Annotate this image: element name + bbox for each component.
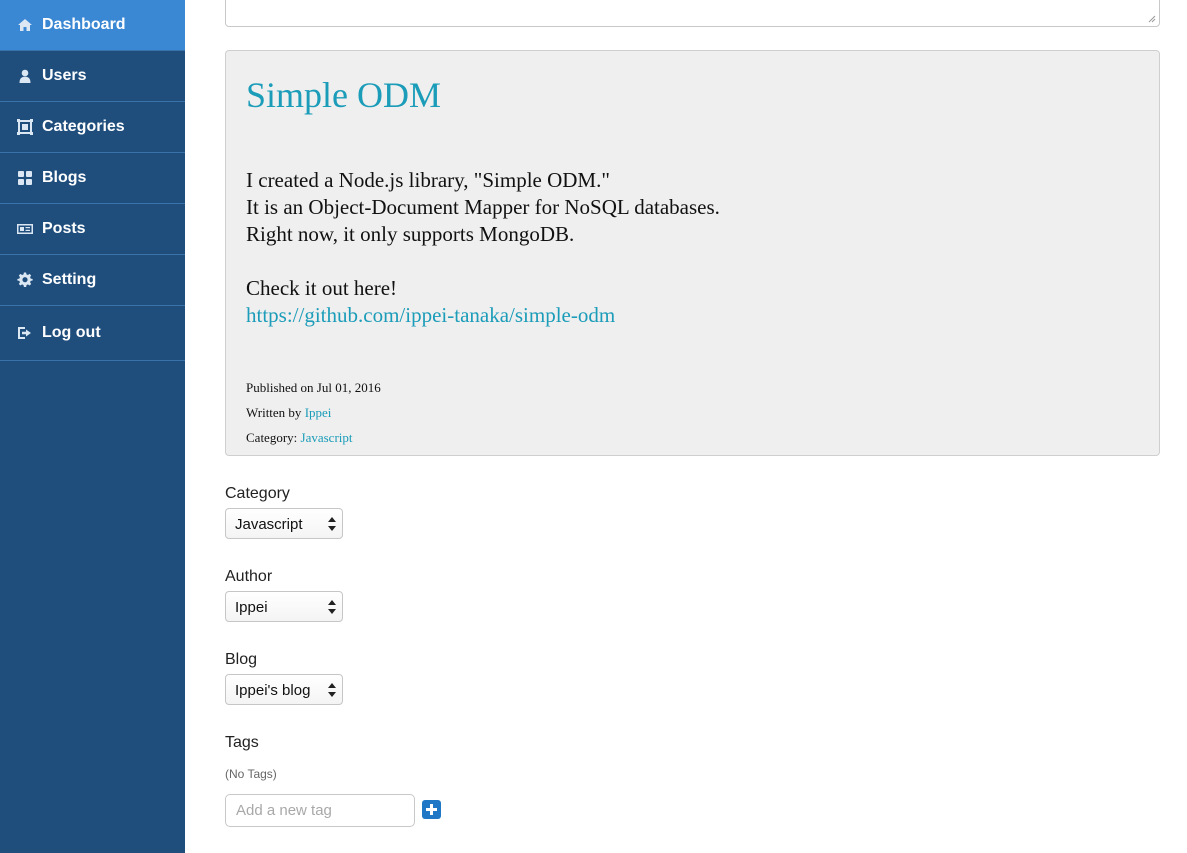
plus-icon bbox=[426, 804, 437, 815]
sidebar-item-label: Dashboard bbox=[42, 16, 126, 33]
post-body-line: Right now, it only supports MongoDB. bbox=[246, 222, 575, 246]
post-body-line: It is an Object-Document Mapper for NoSQ… bbox=[246, 195, 720, 219]
written-by-label: Written by bbox=[246, 405, 302, 420]
author-select-value: Ippei bbox=[235, 599, 268, 616]
gear-icon bbox=[16, 271, 34, 289]
sidebar-item-setting[interactable]: Setting bbox=[0, 255, 185, 306]
post-github-link[interactable]: https://github.com/ippei-tanaka/simple-o… bbox=[246, 303, 615, 327]
sidebar-item-users[interactable]: Users bbox=[0, 51, 185, 102]
sidebar-item-label: Blogs bbox=[42, 169, 87, 186]
select-arrows-icon bbox=[328, 600, 336, 614]
sidebar-item-dashboard[interactable]: Dashboard bbox=[0, 0, 185, 51]
sidebar-item-label: Setting bbox=[42, 271, 97, 288]
sidebar: Dashboard Users Categories Blogs Posts S… bbox=[0, 0, 185, 853]
author-link[interactable]: Ippei bbox=[305, 405, 332, 420]
sidebar-item-blogs[interactable]: Blogs bbox=[0, 153, 185, 204]
published-date: Published on Jul 01, 2016 bbox=[246, 380, 381, 395]
blog-field-label: Blog bbox=[225, 651, 258, 668]
sidebar-item-posts[interactable]: Posts bbox=[0, 204, 185, 255]
sidebar-item-label: Categories bbox=[42, 118, 125, 135]
sidebar-item-label: Log out bbox=[42, 324, 101, 341]
resize-grip-icon[interactable] bbox=[1148, 15, 1156, 23]
categories-icon bbox=[16, 118, 34, 136]
new-tag-input[interactable] bbox=[225, 794, 415, 827]
author-select[interactable]: Ippei bbox=[225, 591, 343, 622]
post-body-line: I created a Node.js library, "Simple ODM… bbox=[246, 168, 610, 192]
sidebar-item-label: Users bbox=[42, 67, 87, 84]
post-title: Simple ODM bbox=[246, 75, 442, 115]
blog-select-value: Ippei's blog bbox=[235, 682, 311, 699]
main-content: Simple ODM I created a Node.js library, … bbox=[185, 0, 1187, 853]
written-by: Written by Ippei bbox=[246, 400, 1139, 425]
grid-icon bbox=[16, 169, 34, 187]
sidebar-item-categories[interactable]: Categories bbox=[0, 102, 185, 153]
post-content-textarea[interactable] bbox=[225, 0, 1160, 27]
no-tags-text: (No Tags) bbox=[225, 767, 277, 781]
author-field-label: Author bbox=[225, 568, 273, 585]
blog-select[interactable]: Ippei's blog bbox=[225, 674, 343, 705]
post-meta: Published on Jul 01, 2016 Written by Ipp… bbox=[246, 375, 1139, 450]
tags-field-label: Tags bbox=[225, 734, 259, 751]
sidebar-item-logout[interactable]: Log out bbox=[0, 306, 185, 361]
post-preview: Simple ODM I created a Node.js library, … bbox=[225, 50, 1160, 456]
category-link[interactable]: Javascript bbox=[301, 430, 353, 445]
sidebar-item-label: Posts bbox=[42, 220, 86, 237]
category-select[interactable]: Javascript bbox=[225, 508, 343, 539]
post-category: Category: Javascript bbox=[246, 425, 1139, 450]
post-body: I created a Node.js library, "Simple ODM… bbox=[246, 167, 1139, 329]
home-icon bbox=[16, 16, 34, 34]
logout-icon bbox=[16, 324, 34, 342]
select-arrows-icon bbox=[328, 517, 336, 531]
post-cta: Check it out here! bbox=[246, 276, 398, 300]
user-icon bbox=[16, 67, 34, 85]
category-select-value: Javascript bbox=[235, 516, 303, 533]
category-field-label: Category bbox=[225, 485, 290, 502]
newspaper-icon bbox=[16, 220, 34, 238]
select-arrows-icon bbox=[328, 683, 336, 697]
add-tag-button[interactable] bbox=[422, 800, 441, 819]
category-label: Category: bbox=[246, 430, 298, 445]
